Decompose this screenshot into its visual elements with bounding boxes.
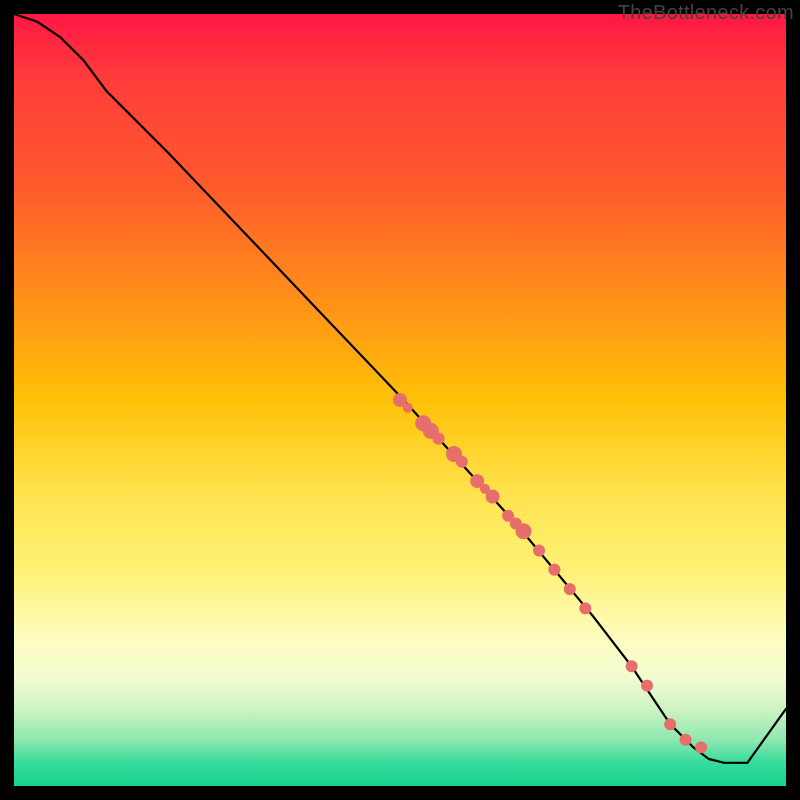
marker-dot [456,456,468,468]
chart-plot-area [14,14,786,786]
marker-dot [516,523,532,539]
marker-dot [664,718,676,730]
marker-dot [695,741,707,753]
marker-dot [626,660,638,672]
marker-dot [403,403,413,413]
marker-dot [548,564,560,576]
marker-dot [641,680,653,692]
watermark-text: TheBottleneck.com [618,2,794,25]
marker-dot [533,545,545,557]
marker-dot [486,490,500,504]
chart-svg [14,14,786,786]
chart-frame: TheBottleneck.com [0,0,800,800]
bottleneck-curve [14,14,786,763]
marker-group [393,393,707,753]
marker-dot [680,734,692,746]
marker-dot [564,583,576,595]
marker-dot [433,433,445,445]
marker-dot [579,602,591,614]
